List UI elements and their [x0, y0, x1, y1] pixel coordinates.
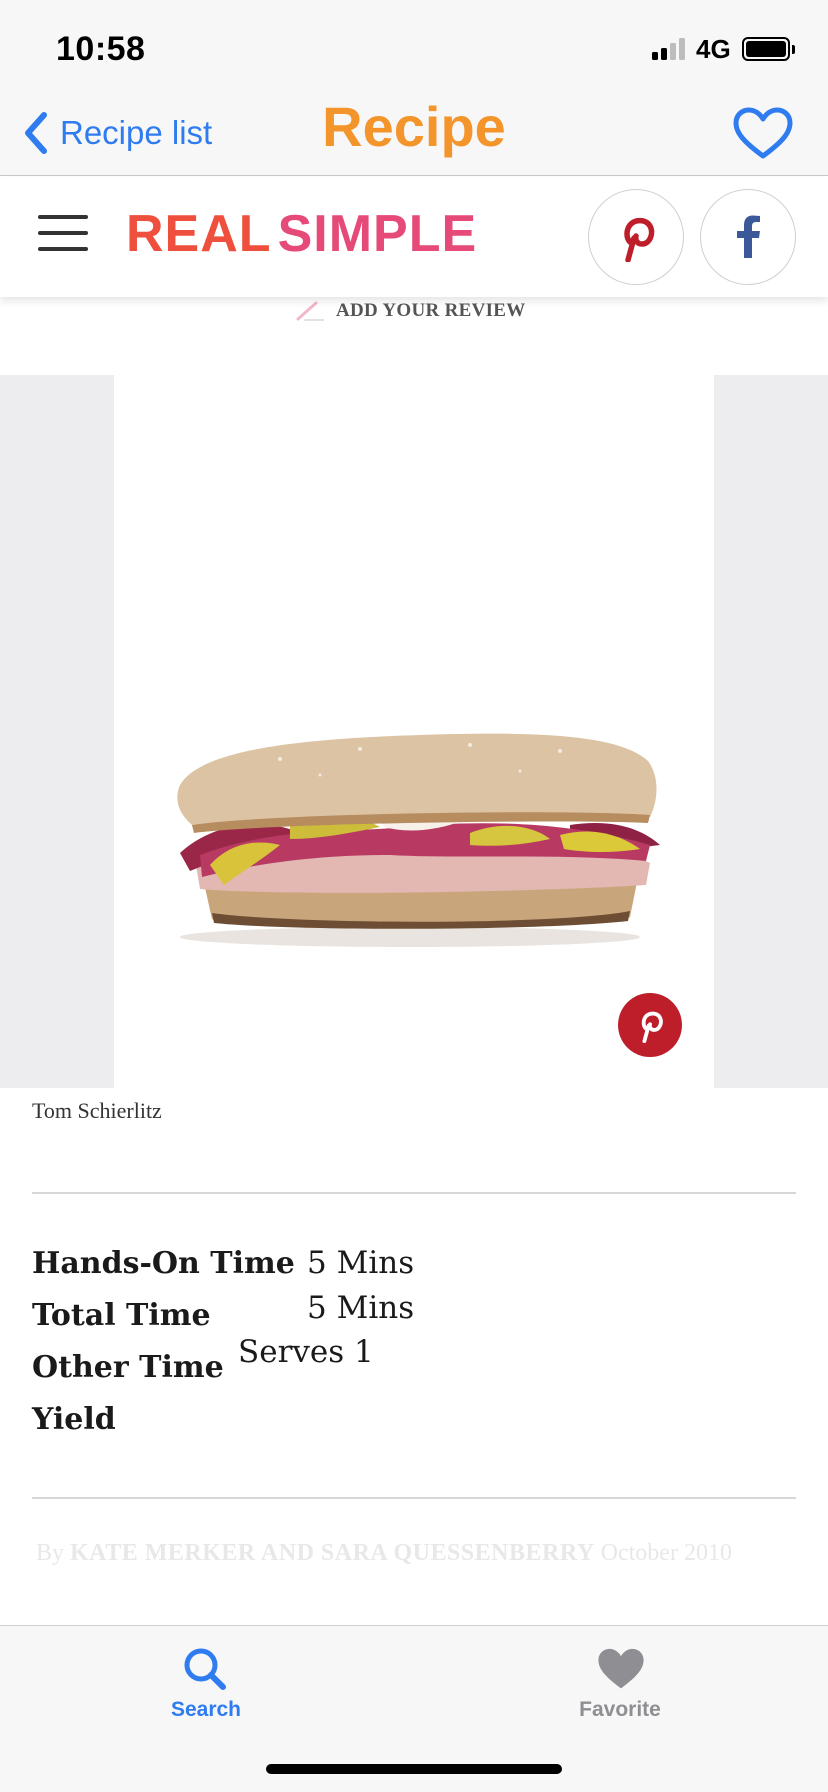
facebook-icon: [737, 215, 760, 258]
status-time: 10:58: [56, 30, 146, 68]
pinterest-icon: [641, 1011, 663, 1043]
divider: [32, 1497, 796, 1499]
byline-authors[interactable]: KATE MERKER AND SARA QUESSENBERRY: [70, 1540, 595, 1566]
recipe-photo-area: [0, 375, 828, 1088]
pinterest-pin-button[interactable]: [618, 993, 682, 1057]
other-time-label: Other Time: [32, 1350, 224, 1385]
byline-prefix: By: [36, 1540, 65, 1566]
add-review-label: ADD YOUR REVIEW: [336, 300, 526, 321]
real-simple-logo[interactable]: REAL SIMPLE: [126, 204, 477, 264]
hands-on-time-label: Hands-On Time: [32, 1246, 295, 1281]
recipe-photo: [114, 375, 714, 1088]
heart-icon: [598, 1648, 644, 1689]
favorite-heart-icon[interactable]: [732, 106, 794, 162]
byline: By KATE MERKER AND SARA QUESSENBERRY Oct…: [36, 1540, 796, 1567]
photo-credit: Tom Schierlitz: [32, 1098, 162, 1123]
search-icon: [184, 1648, 226, 1690]
total-time-label: Total Time: [32, 1298, 211, 1333]
tab-search[interactable]: Search: [126, 1640, 286, 1730]
battery-icon: [742, 37, 790, 61]
status-bar: 10:58 4G: [0, 0, 828, 90]
pinterest-icon: [624, 217, 655, 262]
hamburger-menu-icon[interactable]: [38, 215, 88, 253]
add-review-link[interactable]: ADD YOUR REVIEW: [296, 296, 526, 326]
sandwich-image: [177, 733, 660, 947]
tab-favorite-label: Favorite: [579, 1698, 661, 1721]
facebook-share-button[interactable]: [700, 189, 796, 285]
hands-on-time-value: 5 Mins: [307, 1245, 415, 1281]
navigation-bar: Recipe list Recipe: [0, 90, 828, 176]
pencil-icon: [296, 301, 324, 321]
byline-date: October 2010: [600, 1540, 732, 1566]
divider: [32, 1192, 796, 1194]
chevron-left-icon: [25, 112, 47, 154]
yield-label: Yield: [32, 1402, 116, 1437]
home-indicator: [266, 1764, 562, 1774]
tab-favorite[interactable]: Favorite: [540, 1640, 700, 1730]
yield-value: Serves 1: [238, 1334, 374, 1370]
back-button-label: Recipe list: [60, 114, 213, 151]
tab-search-label: Search: [170, 1698, 242, 1721]
network-type: 4G: [696, 34, 731, 64]
site-header: REAL SIMPLE: [0, 177, 828, 297]
total-time-value: 5 Mins: [307, 1290, 415, 1326]
signal-icon: [652, 38, 688, 60]
back-button[interactable]: Recipe list: [20, 108, 212, 158]
pinterest-share-button[interactable]: [588, 189, 684, 285]
